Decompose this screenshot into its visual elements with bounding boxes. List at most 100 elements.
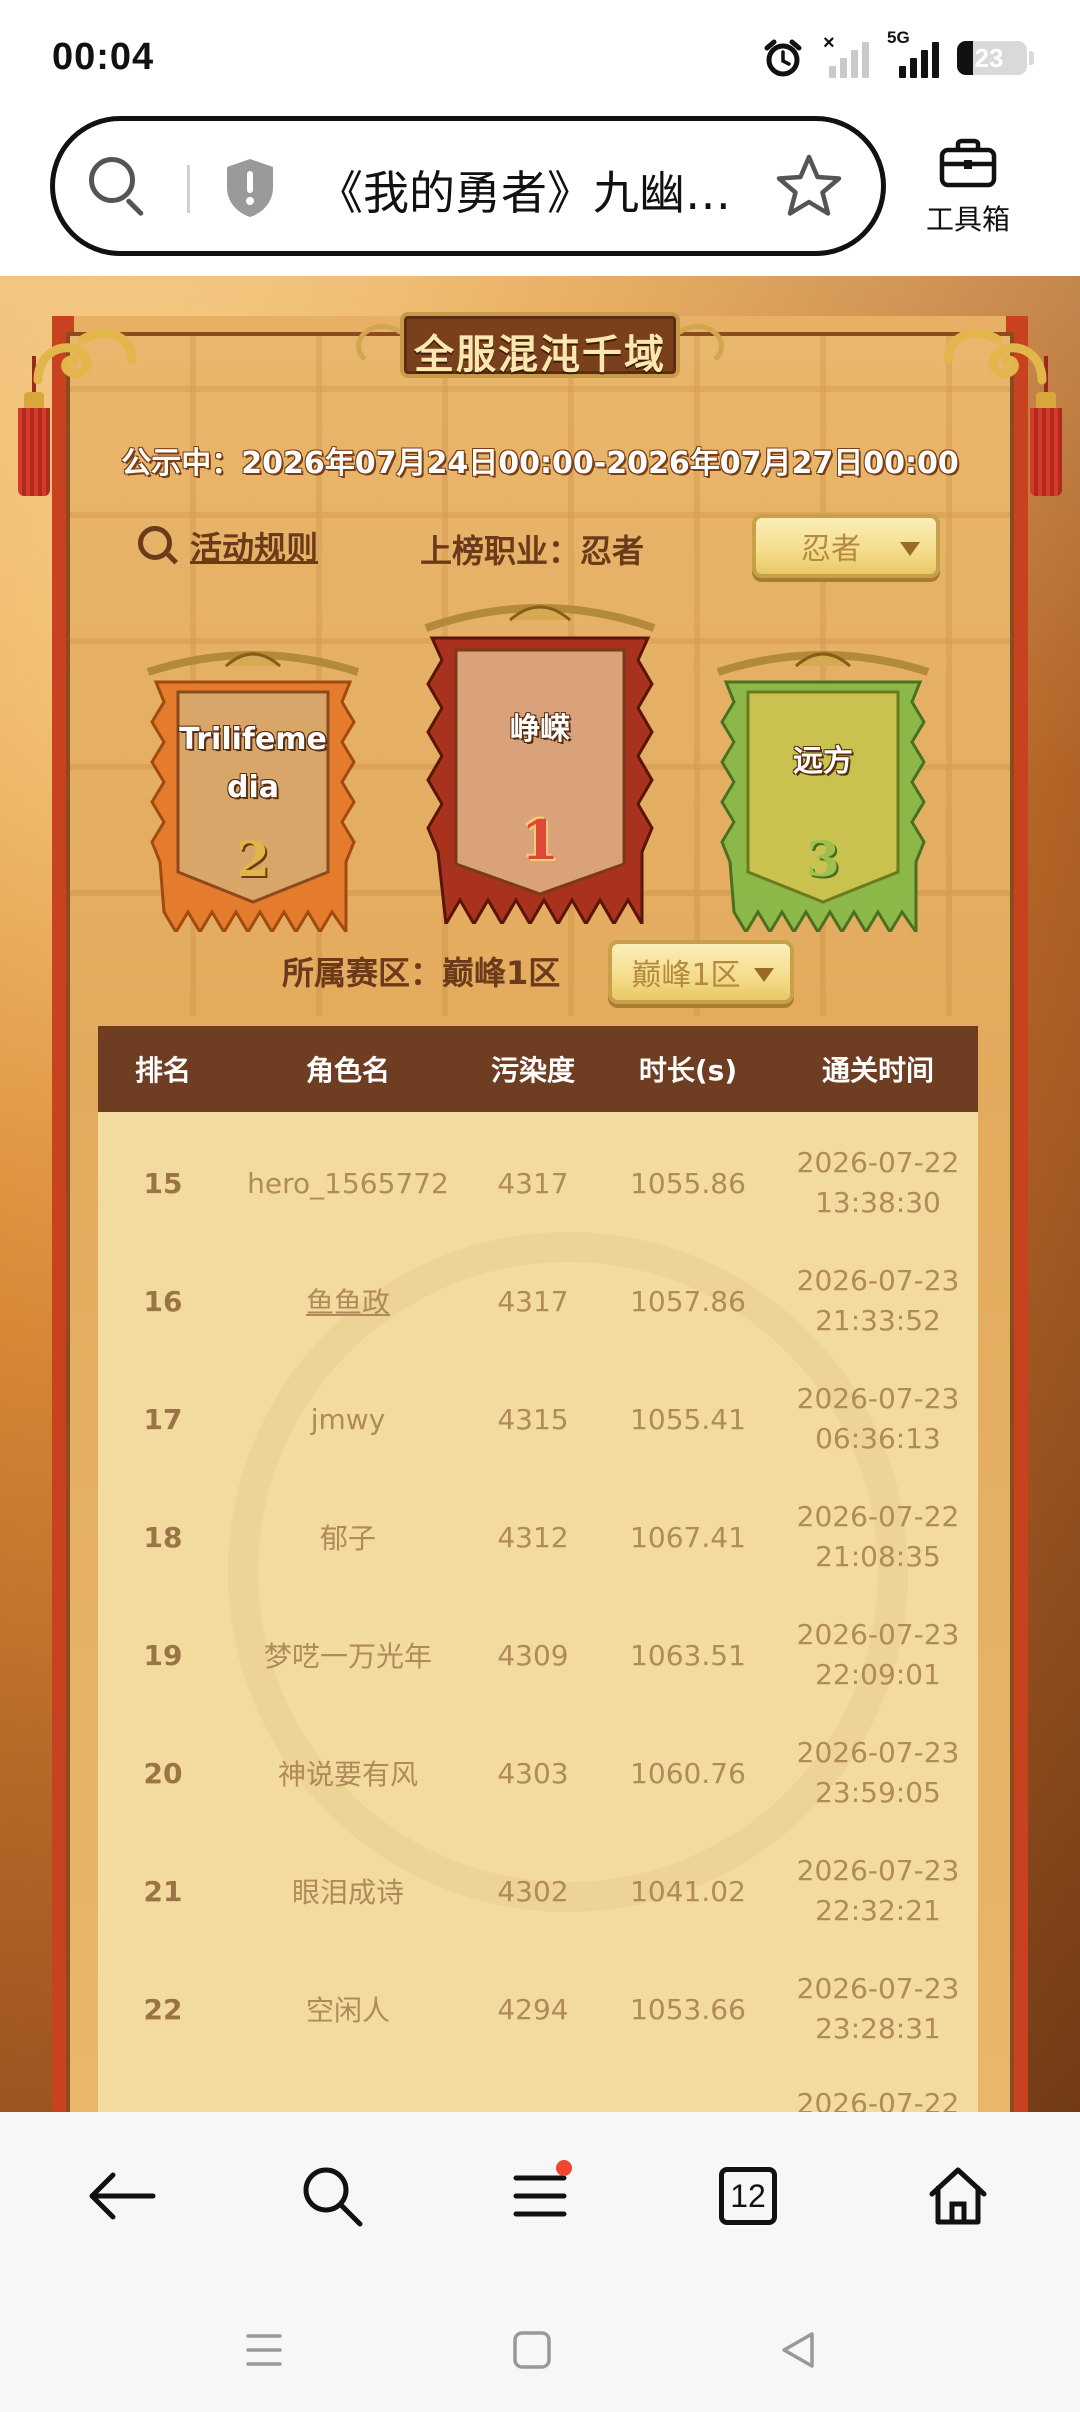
cell-name: jmwy [310, 1402, 386, 1436]
cell-duration: 1063.51 [630, 1638, 746, 1672]
alarm-icon [763, 38, 803, 78]
header-name: 角色名 [305, 1054, 390, 1087]
battery-icon: 23 [957, 41, 1027, 75]
table-row[interactable]: 15 hero_1565772 4317 1055.86 2026-07-22 … [98, 1124, 978, 1242]
address-divider [187, 165, 190, 213]
job-label: 上榜职业：忍者 [420, 532, 645, 570]
recents-icon [246, 2334, 282, 2366]
cell-clear-time: 2026-07-22 [796, 2087, 960, 2112]
podium-banner-3[interactable]: 远方 3 [698, 642, 948, 932]
cell-name: 眼泪成诗 [291, 1876, 404, 1909]
chevron-down-icon [754, 968, 774, 982]
cell-pollution: 4309 [497, 1638, 569, 1672]
rules-link-label: 活动规则 [190, 529, 319, 567]
header-pollution: 污染度 [490, 1054, 575, 1087]
cell-pollution: 4312 [497, 1520, 569, 1554]
cell-duration: 1055.86 [630, 1166, 746, 1200]
zone-select[interactable]: 巅峰1区 [608, 940, 794, 1004]
table-header: 排名 角色名 污染度 时长(s) 通关时间 [98, 1026, 978, 1112]
cell-rank: 16 [143, 1284, 183, 1318]
cell-name: hero_1565772 [247, 1166, 449, 1200]
back-triangle-icon [782, 2332, 814, 2368]
toolbox-button[interactable]: 工具箱 [912, 138, 1024, 238]
cell-duration: 1041.02 [630, 1874, 746, 1908]
toolbox-icon [939, 138, 997, 188]
cell-rank: 18 [143, 1520, 183, 1554]
cell-rank: 19 [143, 1638, 183, 1672]
status-icons: × 5G 23 [763, 28, 1034, 82]
table-row[interactable]: 20 神说要有风 4303 1060.76 2026-07-23 23:59:0… [98, 1714, 978, 1832]
cell-rank: 22 [143, 1992, 183, 2026]
cell-name: 鱼鱼政 [305, 1286, 390, 1319]
toolbox-label: 工具箱 [925, 203, 1010, 236]
cell-clear-time: 2026-07-23 06:36:13 [796, 1382, 960, 1455]
system-back-button[interactable] [758, 2310, 838, 2390]
no-signal-x-icon: × [823, 32, 835, 54]
table-row[interactable]: 17 jmwy 4315 1055.41 2026-07-23 06:36:13 [98, 1360, 978, 1478]
cell-clear-time: 2026-07-23 22:32:21 [796, 1854, 960, 1927]
signal-no-service-icon: × [821, 32, 869, 78]
status-bar: 00:04 × 5G 23 [0, 0, 1080, 112]
cell-clear-time: 2026-07-23 23:28:31 [796, 1972, 960, 2045]
back-button[interactable] [72, 2146, 172, 2246]
home-square-icon [513, 2331, 551, 2369]
cell-clear-time: 2026-07-23 22:09:01 [796, 1618, 960, 1691]
search-icon[interactable] [89, 157, 149, 217]
cell-clear-time: 2026-07-23 23:59:05 [796, 1736, 960, 1809]
search-icon [303, 2167, 363, 2227]
home-icon [929, 2167, 987, 2225]
browser-toolbar: 《我的勇者》九幽… 工具箱 [0, 112, 1080, 276]
home-button[interactable] [908, 2146, 1008, 2246]
tabs-icon: 12 [719, 2167, 777, 2225]
cloud-scroll-left-icon [28, 320, 138, 400]
cell-pollution: 4302 [497, 1874, 569, 1908]
cell-duration: 1067.41 [630, 1520, 746, 1554]
shield-warning-icon[interactable] [223, 157, 277, 219]
cell-pollution: 4315 [497, 1402, 569, 1436]
page-title: 全服混沌千域 [414, 331, 666, 378]
zone-select-value: 巅峰1区 [631, 958, 741, 993]
url-title[interactable]: 《我的勇者》九幽… [317, 157, 777, 223]
job-select-value: 忍者 [801, 532, 861, 567]
network-type: 5G [887, 28, 910, 47]
recents-button[interactable] [224, 2310, 304, 2390]
menu-button[interactable] [490, 2146, 590, 2246]
podium-rank-1: 1 [521, 808, 559, 872]
cell-clear-time: 2026-07-22 13:38:30 [796, 1146, 960, 1219]
cell-duration: 1060.76 [630, 1756, 746, 1790]
table-row[interactable]: 18 郁子 4312 1067.41 2026-07-22 21:08:35 [98, 1478, 978, 1596]
podium-banner-1[interactable]: 峥嵘 1 [410, 594, 670, 924]
cell-duration: 1057.86 [630, 1284, 746, 1318]
battery-level: 23 [974, 43, 1004, 73]
header-rank: 排名 [134, 1054, 191, 1087]
header-clear-time: 通关时间 [821, 1054, 934, 1087]
browser-bottom-nav: 12 [0, 2112, 1080, 2280]
podium-rank-2: 2 [236, 832, 270, 888]
cell-rank: 15 [143, 1166, 183, 1200]
table-row[interactable]: 19 梦呓一万光年 4309 1063.51 2026-07-23 22:09:… [98, 1596, 978, 1714]
cell-rank: 17 [143, 1402, 183, 1436]
table-row[interactable]: 21 眼泪成诗 4302 1041.02 2026-07-23 22:32:21 [98, 1832, 978, 1950]
star-icon[interactable] [773, 151, 845, 223]
web-content: 全服混沌千域 公示中：2026年07月24日00:00-2026年07月27日0… [0, 276, 1080, 2112]
cell-pollution: 4317 [497, 1166, 569, 1200]
cell-clear-time: 2026-07-22 21:08:35 [796, 1500, 960, 1573]
podium-rank-3: 3 [806, 832, 840, 888]
job-select[interactable]: 忍者 [752, 514, 940, 578]
address-bar[interactable]: 《我的勇者》九幽… [50, 116, 886, 256]
cell-name: 梦呓一万光年 [263, 1640, 432, 1673]
system-home-button[interactable] [492, 2310, 572, 2390]
cell-name: 空闲人 [305, 1994, 390, 2027]
table-row[interactable]: 22 空闲人 4294 1053.66 2026-07-23 23:28:31 [98, 1950, 978, 2068]
cell-rank: 20 [143, 1756, 183, 1790]
tabs-button[interactable]: 12 [698, 2146, 798, 2246]
podium-banner-2[interactable]: Trilifeme dia 2 [128, 642, 378, 932]
notice-period: 公示中：2026年07月24日00:00-2026年07月27日00:00 [121, 446, 959, 481]
search-button[interactable] [282, 2146, 382, 2246]
table-row[interactable]: 16 鱼鱼政 4317 1057.86 2026-07-23 21:33:52 [98, 1242, 978, 1360]
rules-link[interactable]: 活动规则 [136, 522, 318, 570]
table-row[interactable]: 2026-07-22 [98, 2068, 978, 2112]
podium-name-3: 远方 [793, 744, 853, 779]
cell-duration: 1055.41 [630, 1402, 746, 1436]
cell-rank: 21 [143, 1874, 183, 1908]
